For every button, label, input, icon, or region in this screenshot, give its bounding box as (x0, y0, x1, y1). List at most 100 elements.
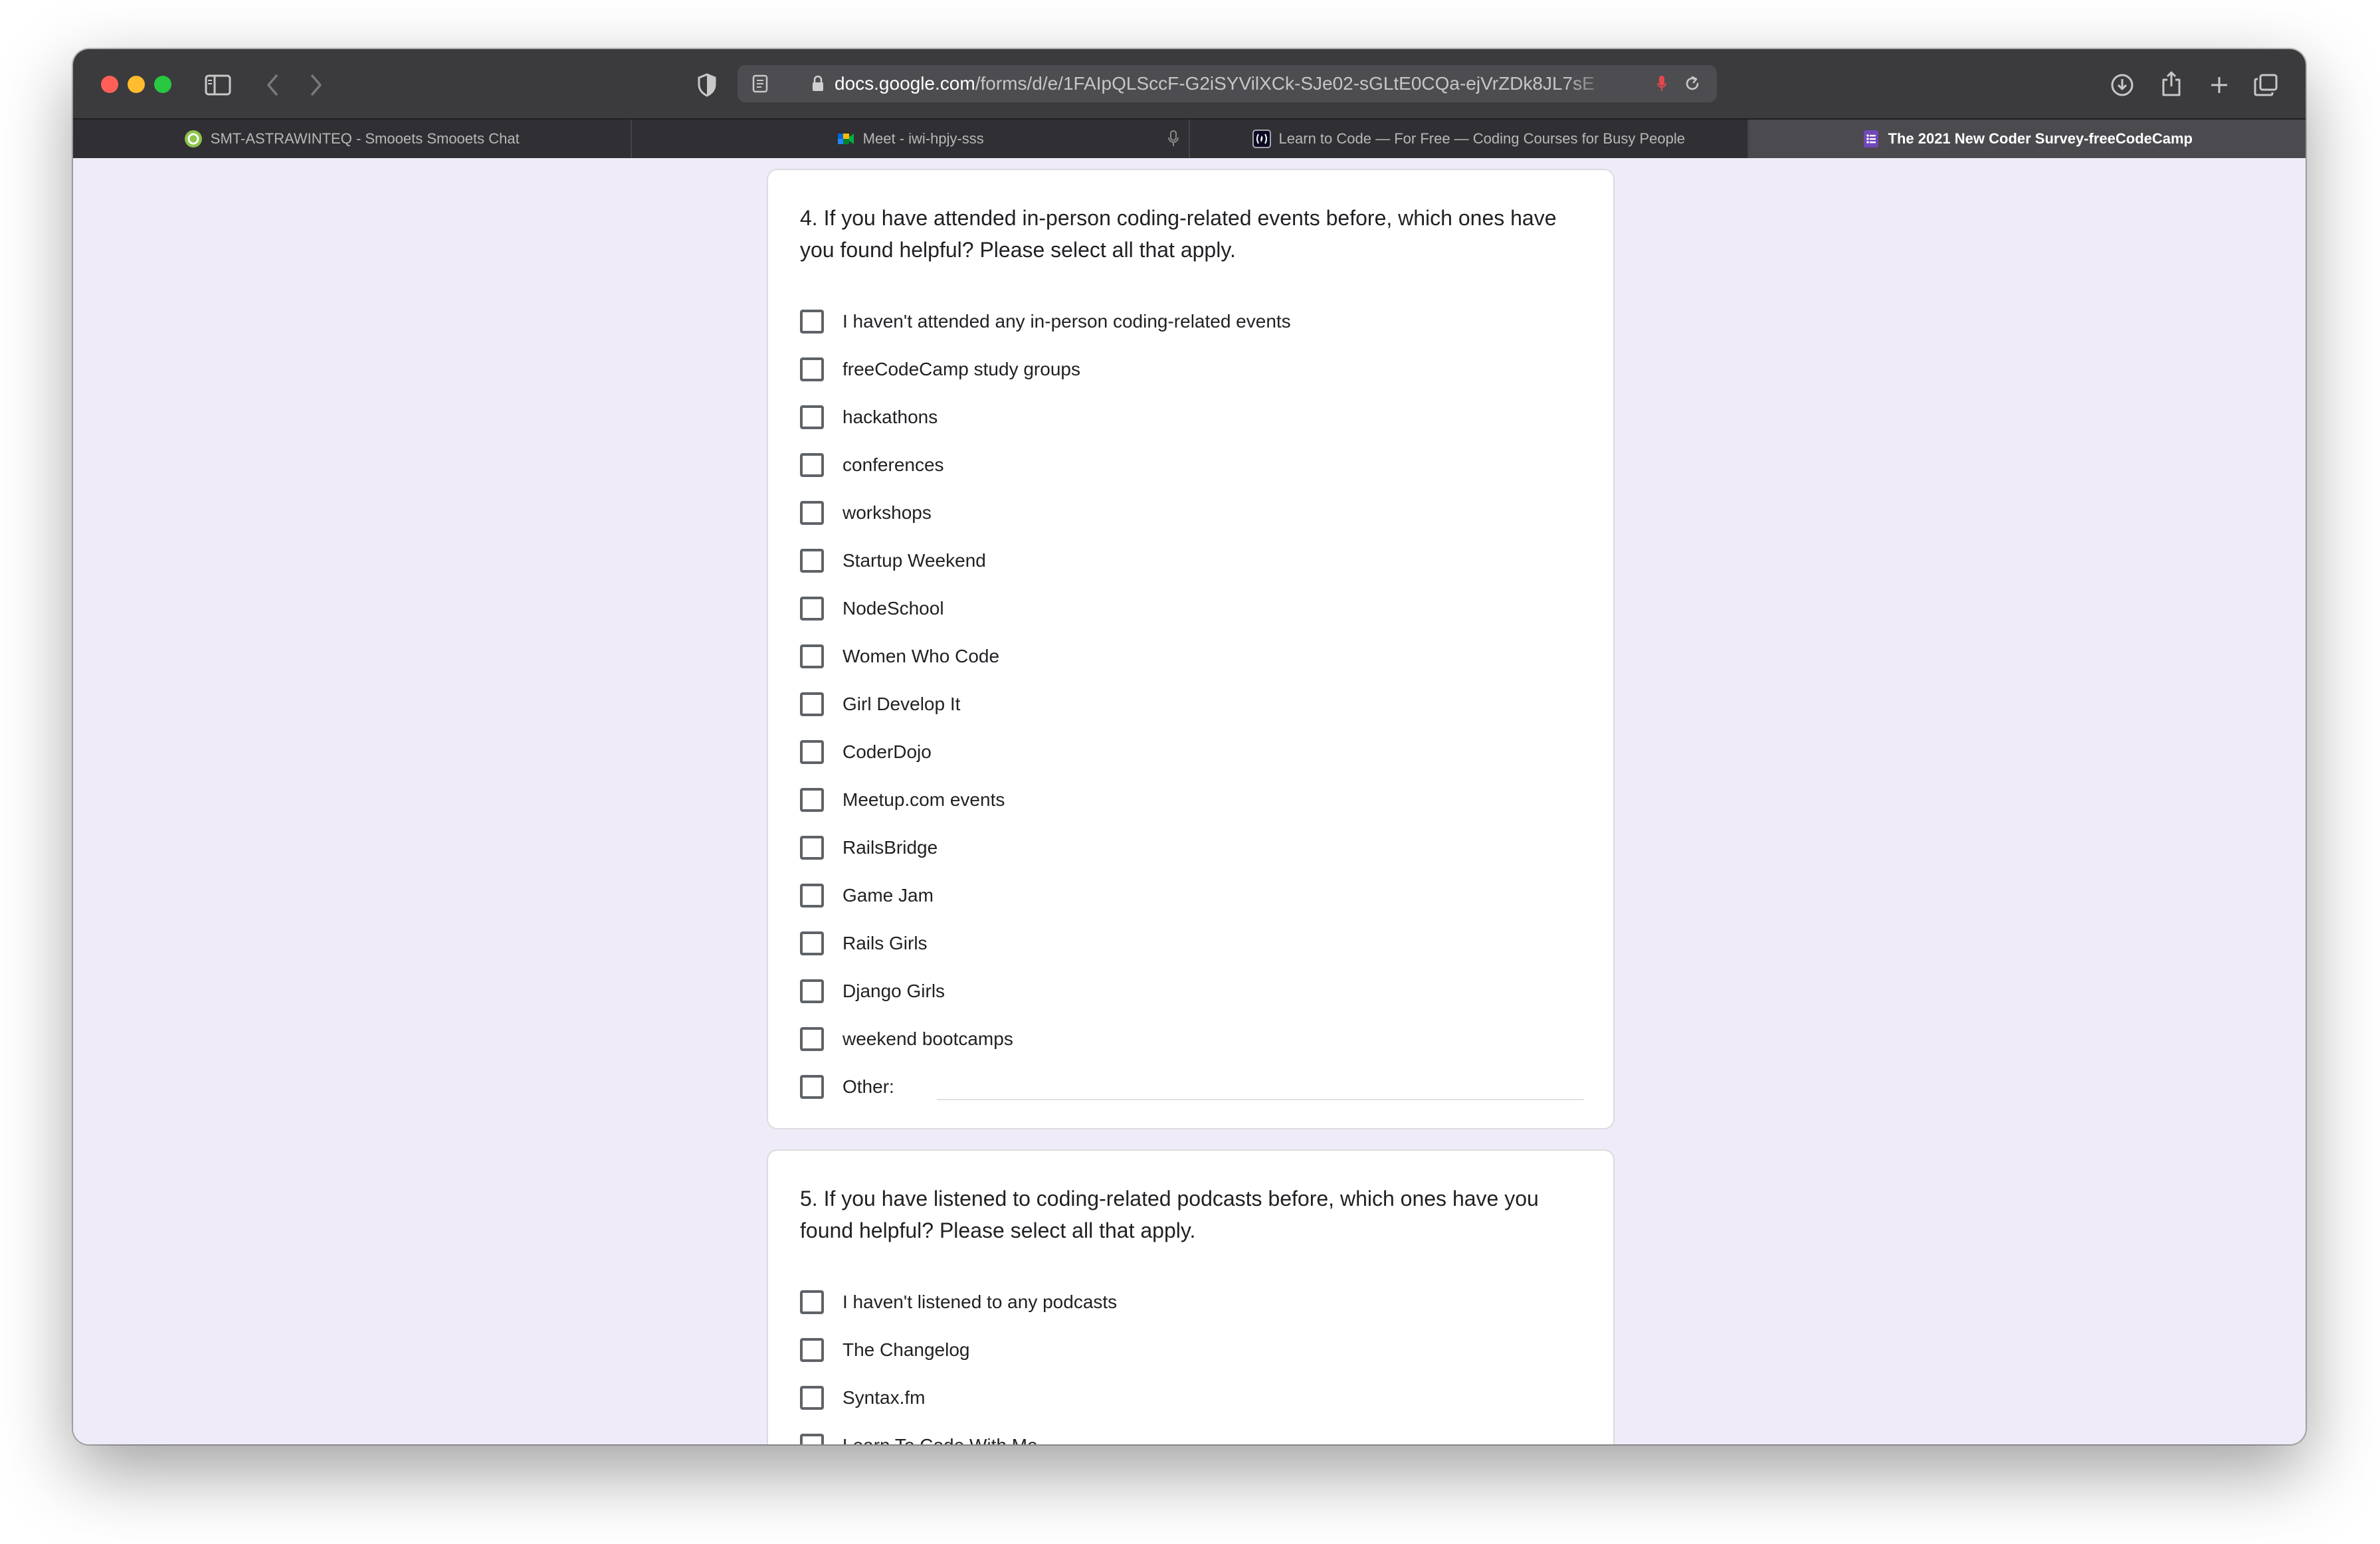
microphone-recording-icon[interactable] (1652, 73, 1672, 94)
tab-bar: SMT-ASTRAWINTEQ - Smooets Smooets Chat M… (73, 120, 2306, 158)
checkbox-option[interactable]: Learn To Code With Me (800, 1422, 1584, 1444)
checkbox[interactable] (800, 788, 824, 812)
checkbox[interactable] (800, 1075, 824, 1099)
option-label: freeCodeCamp study groups (843, 359, 1080, 379)
checkbox-option[interactable]: freeCodeCamp study groups (800, 345, 1584, 393)
checkbox[interactable] (800, 1338, 824, 1362)
checkbox-option[interactable]: Women Who Code (800, 632, 1584, 680)
close-window-button[interactable] (101, 76, 118, 93)
option-label: Syntax.fm (843, 1387, 926, 1408)
meet-favicon-icon (837, 134, 854, 144)
option-label: weekend bootcamps (843, 1028, 1013, 1049)
checkbox[interactable] (800, 310, 824, 334)
tab-smooets-chat[interactable]: SMT-ASTRAWINTEQ - Smooets Smooets Chat (73, 120, 632, 158)
checkbox-option[interactable]: I haven't attended any in-person coding-… (800, 298, 1584, 345)
privacy-shield-icon[interactable] (694, 70, 720, 100)
tab-freecodecamp-learn[interactable]: Learn to Code — For Free — Coding Course… (1190, 120, 1749, 158)
option-label: Other: (843, 1076, 894, 1097)
option-label: Meetup.com events (843, 789, 1005, 810)
chat-favicon-icon (184, 130, 202, 147)
lock-icon (808, 73, 828, 94)
desktop: docs.google.com/forms/d/e/1FAIpQLSccF-G2… (0, 0, 2380, 1544)
checkbox[interactable] (800, 501, 824, 525)
other-text-input[interactable] (937, 1099, 1584, 1100)
option-label: RailsBridge (843, 837, 938, 858)
checkbox-option[interactable]: workshops (800, 489, 1584, 537)
checkbox-option[interactable]: NodeSchool (800, 585, 1584, 632)
address-bar[interactable]: docs.google.com/forms/d/e/1FAIpQLSccF-G2… (738, 65, 1717, 102)
tab-label: Meet - iwi-hpjy-sss (862, 130, 984, 147)
option-label: Girl Develop It (843, 694, 961, 714)
checkbox-option[interactable]: Django Girls (800, 967, 1584, 1015)
option-label: Rails Girls (843, 933, 928, 953)
checkbox[interactable] (800, 597, 824, 621)
checkbox-option[interactable]: weekend bootcamps (800, 1015, 1584, 1063)
forms-favicon-icon (1863, 130, 1878, 147)
checkbox-option[interactable]: CoderDojo (800, 728, 1584, 776)
tab-label: Learn to Code — For Free — Coding Course… (1278, 130, 1685, 147)
option-label: hackathons (843, 407, 938, 427)
checkbox-option[interactable]: RailsBridge (800, 824, 1584, 872)
checkbox[interactable] (800, 644, 824, 668)
question-title: 5. If you have listened to coding-relate… (800, 1187, 1539, 1242)
checkbox-option-other[interactable]: Other: (800, 1063, 1584, 1111)
tab-label: The 2021 New Coder Survey-freeCodeCamp (1888, 130, 2193, 147)
checkbox-option[interactable]: Meetup.com events (800, 776, 1584, 824)
option-label: I haven't attended any in-person coding-… (843, 311, 1291, 332)
reload-icon[interactable] (1681, 73, 1704, 94)
checkbox-option[interactable]: Game Jam (800, 872, 1584, 919)
checkbox-option[interactable]: Girl Develop It (800, 680, 1584, 728)
tab-overview-icon[interactable] (2251, 70, 2280, 100)
back-arrow-icon[interactable] (259, 72, 286, 98)
checkbox[interactable] (800, 1290, 824, 1314)
option-label: workshops (843, 502, 932, 523)
minimize-window-button[interactable] (128, 76, 145, 93)
zoom-window-button[interactable] (154, 76, 171, 93)
report-feedback-icon[interactable] (90, 1443, 120, 1444)
option-label: CoderDojo (843, 741, 932, 762)
question-card-5: 5. If you have listened to coding-relate… (767, 1149, 1615, 1444)
url-path: /forms/d/e/1FAIpQLSccF-G2iSYVilXCk-SJe02… (975, 73, 1595, 94)
checkbox-option[interactable]: Syntax.fm (800, 1374, 1584, 1422)
checkbox[interactable] (800, 357, 824, 381)
new-tab-plus-icon[interactable] (2205, 70, 2234, 100)
checkbox-option[interactable]: hackathons (800, 393, 1584, 441)
tab-new-coder-survey[interactable]: The 2021 New Coder Survey-freeCodeCamp (1748, 120, 2306, 158)
sidebar-toggle-icon[interactable] (203, 72, 233, 98)
checkbox[interactable] (800, 1434, 824, 1444)
option-label: Startup Weekend (843, 550, 986, 571)
checkbox-option[interactable]: Rails Girls (800, 919, 1584, 967)
option-label: Women Who Code (843, 646, 1000, 666)
checkbox[interactable] (800, 692, 824, 716)
downloads-icon[interactable] (2108, 70, 2137, 100)
question-title: 4. If you have attended in-person coding… (800, 206, 1557, 262)
freecodecamp-favicon-icon (1252, 130, 1271, 148)
form-page: 4. If you have attended in-person coding… (73, 158, 2306, 1444)
checkbox[interactable] (800, 884, 824, 908)
checkbox[interactable] (800, 836, 824, 860)
checkbox[interactable] (800, 453, 824, 477)
checkbox-option[interactable]: conferences (800, 441, 1584, 489)
option-label: Game Jam (843, 885, 934, 906)
checkbox[interactable] (800, 979, 824, 1003)
option-label: The Changelog (843, 1339, 970, 1360)
option-label: I haven't listened to any podcasts (843, 1292, 1118, 1312)
share-icon[interactable] (2157, 68, 2186, 100)
checkbox[interactable] (800, 740, 824, 764)
checkbox-option[interactable]: I haven't listened to any podcasts (800, 1278, 1584, 1326)
checkbox[interactable] (800, 549, 824, 573)
reader-mode-icon[interactable] (748, 72, 772, 96)
checkbox-option[interactable]: The Changelog (800, 1326, 1584, 1374)
option-label: NodeSchool (843, 598, 944, 619)
checkbox[interactable] (800, 1386, 824, 1410)
checkbox-group: I haven't attended any in-person coding-… (800, 298, 1584, 1111)
tab-microphone-icon[interactable] (1167, 130, 1179, 148)
url-text[interactable]: docs.google.com/forms/d/e/1FAIpQLSccF-G2… (835, 65, 1612, 102)
checkbox[interactable] (800, 1027, 824, 1051)
forward-arrow-icon[interactable] (303, 72, 330, 98)
browser-window: docs.google.com/forms/d/e/1FAIpQLSccF-G2… (73, 49, 2306, 1444)
checkbox[interactable] (800, 405, 824, 429)
tab-meet[interactable]: Meet - iwi-hpjy-sss (631, 120, 1190, 158)
checkbox-option[interactable]: Startup Weekend (800, 537, 1584, 585)
checkbox[interactable] (800, 931, 824, 955)
